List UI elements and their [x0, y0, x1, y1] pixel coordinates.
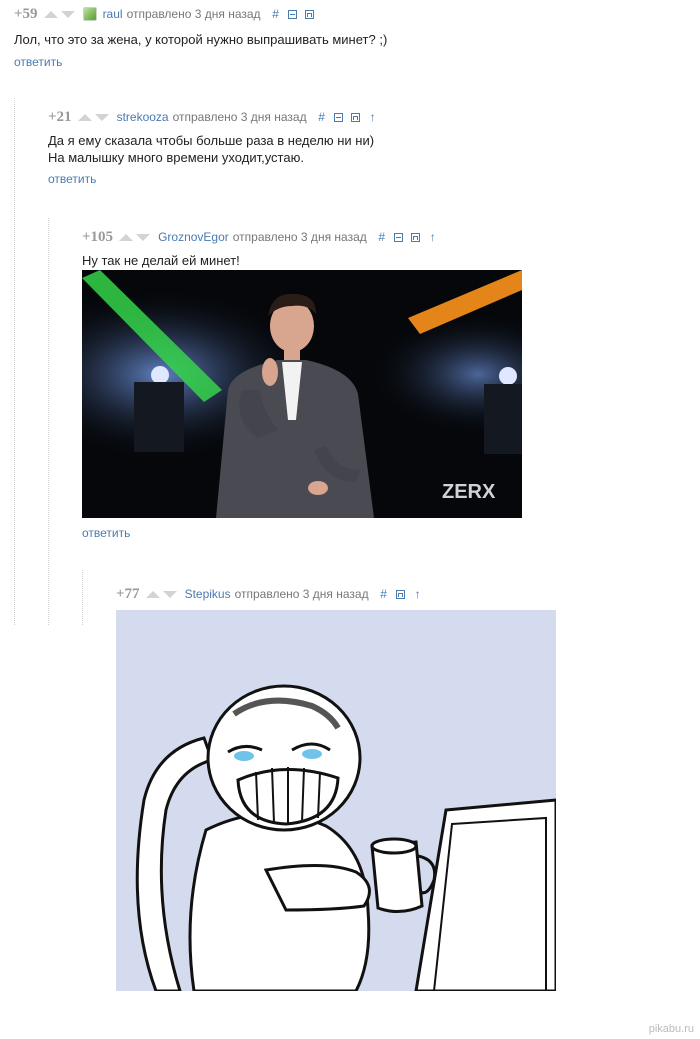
thread-line	[14, 98, 15, 625]
permalink-icon[interactable]: #	[377, 231, 387, 243]
parent-arrow-icon[interactable]: ↑	[368, 111, 378, 123]
permalink-icon[interactable]: #	[317, 111, 327, 123]
permalink-icon[interactable]: #	[379, 588, 389, 600]
rage-comic-illustration	[116, 610, 556, 991]
save-icon[interactable]	[305, 9, 315, 19]
comment-time: отправлено 3 дня назад	[234, 587, 369, 601]
comment-text: Да я ему сказала чтобы больше раза в нед…	[48, 132, 385, 166]
comment-author[interactable]: strekooza	[117, 110, 169, 124]
comment-author[interactable]: GroznovEgor	[158, 230, 229, 244]
comment-text-line: Лол, что это за жена, у которой нужно вы…	[14, 32, 388, 47]
comment-text: Лол, что это за жена, у которой нужно вы…	[14, 31, 387, 48]
comment-time: отправлено 3 дня назад	[126, 7, 261, 21]
comment-author[interactable]: raul	[103, 7, 123, 21]
parent-arrow-icon[interactable]: ↑	[413, 588, 423, 600]
thread-line	[48, 218, 49, 625]
comment-time: отправлено 3 дня назад	[232, 230, 367, 244]
comment-header: +105 GroznovEgor отправлено 3 дня назад …	[82, 228, 445, 246]
thread-line	[82, 570, 83, 625]
upvote-arrow-icon[interactable]	[145, 590, 160, 598]
comment-header: +21 strekooza отправлено 3 дня назад # ↑	[48, 108, 385, 126]
downvote-arrow-icon[interactable]	[136, 233, 151, 241]
comment-meme-image[interactable]	[116, 610, 556, 991]
comment-author[interactable]: Stepikus	[185, 587, 231, 601]
collapse-icon[interactable]	[288, 9, 298, 19]
save-icon[interactable]	[396, 589, 406, 599]
comment-text: Ну так не делай ей минет!	[82, 252, 445, 269]
comment-rating: +59	[14, 5, 38, 22]
upvote-arrow-icon[interactable]	[119, 233, 134, 241]
reply-link[interactable]: ответить	[14, 55, 387, 69]
save-icon[interactable]	[411, 232, 421, 242]
upvote-arrow-icon[interactable]	[43, 10, 58, 18]
comment-text-line: На малышку много времени уходит,устаю.	[48, 150, 304, 165]
parent-arrow-icon[interactable]: ↑	[428, 231, 438, 243]
save-icon[interactable]	[351, 112, 361, 122]
upvote-arrow-icon[interactable]	[77, 113, 92, 121]
downvote-arrow-icon[interactable]	[60, 10, 75, 18]
comment-time: отправлено 3 дня назад	[172, 110, 307, 124]
permalink-icon[interactable]: #	[271, 8, 281, 20]
comment-text-line: Ну так не делай ей минет!	[82, 253, 240, 268]
downvote-arrow-icon[interactable]	[162, 590, 177, 598]
comment-header: +59 raul отправлено 3 дня назад #	[14, 5, 387, 23]
reply-link[interactable]: ответить	[48, 172, 385, 186]
comment: +21 strekooza отправлено 3 дня назад # ↑…	[48, 108, 385, 187]
reply-link[interactable]: ответить	[82, 526, 130, 540]
site-watermark: pikabu.ru	[648, 1023, 694, 1035]
comment: +59 raul отправлено 3 дня назад # Лол, ч…	[14, 5, 387, 70]
comment: +77 Stepikus отправлено 3 дня назад # ↑	[116, 585, 430, 603]
comment-header: +77 Stepikus отправлено 3 дня назад # ↑	[116, 585, 430, 603]
collapse-icon[interactable]	[334, 112, 344, 122]
comment-rating: +21	[48, 108, 72, 125]
comment-rating: +105	[82, 228, 114, 245]
collapse-icon[interactable]	[394, 232, 404, 242]
comment-gif-image[interactable]: ZERX	[82, 270, 522, 518]
stage-illustration: ZERX	[82, 270, 522, 518]
comment-text-line: Да я ему сказала чтобы больше раза в нед…	[48, 133, 375, 148]
gif-logo-text: ZERX	[442, 481, 496, 503]
avatar[interactable]	[82, 7, 97, 21]
comment: +105 GroznovEgor отправлено 3 дня назад …	[82, 228, 445, 269]
comment-rating: +77	[116, 585, 140, 602]
downvote-arrow-icon[interactable]	[94, 113, 109, 121]
